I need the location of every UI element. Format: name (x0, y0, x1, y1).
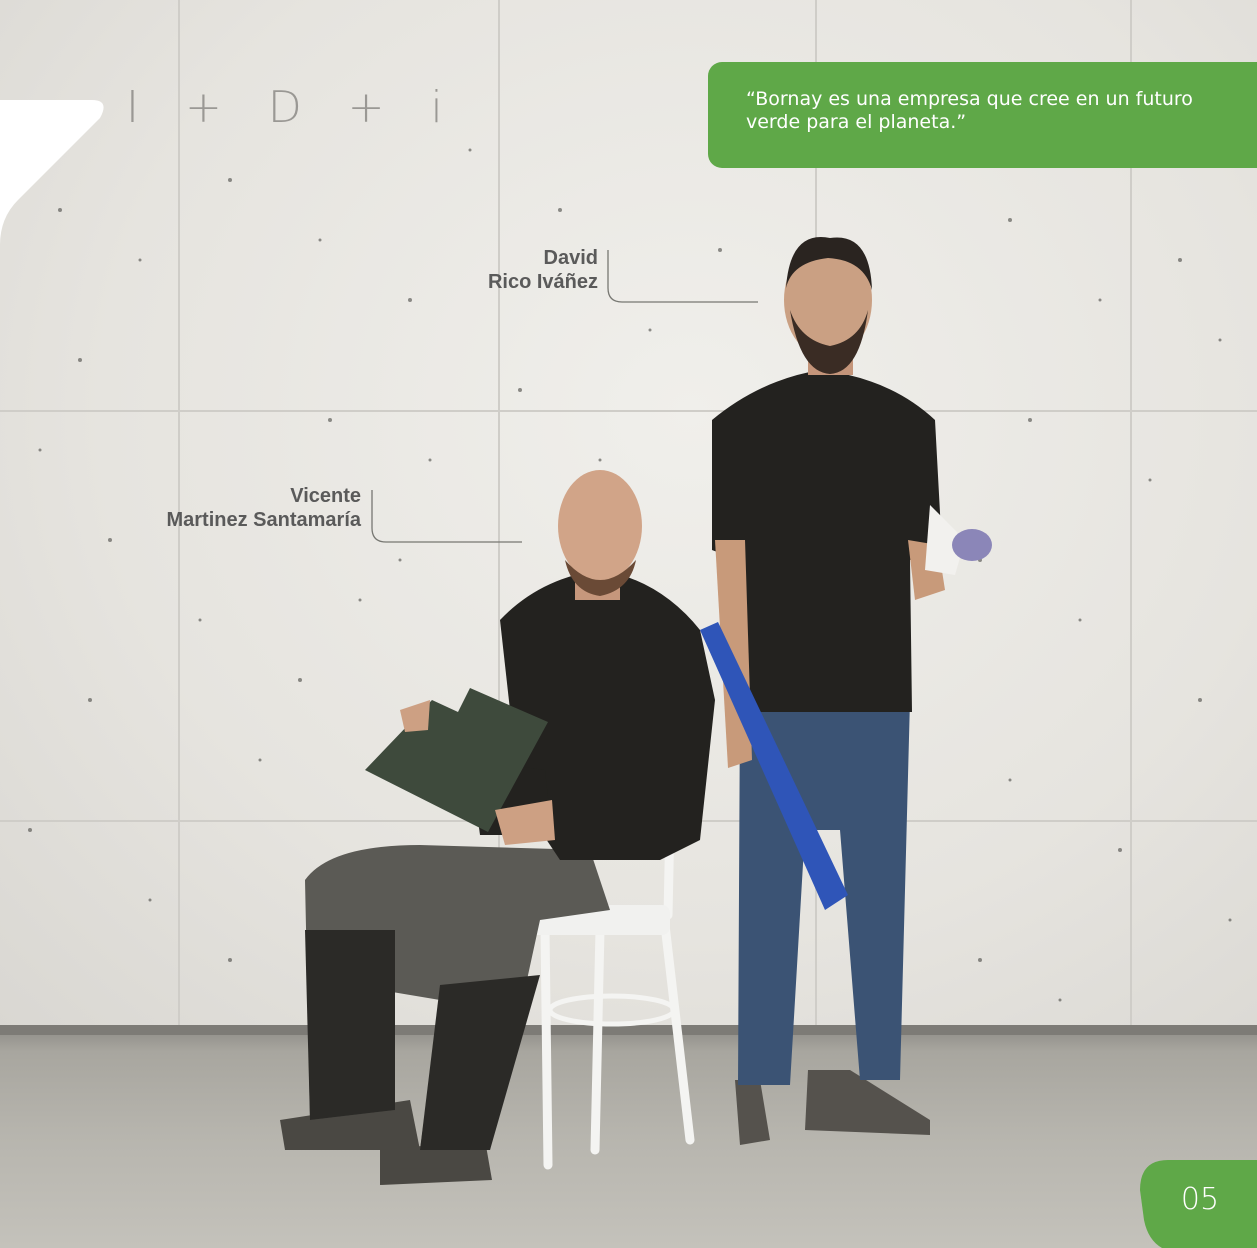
name-second-line: Martinez Santamaría (166, 509, 361, 531)
seated-man (280, 470, 715, 1185)
standing-man (700, 237, 992, 1145)
name-first-line: David (543, 247, 598, 269)
name-first-line: Vicente (290, 485, 361, 507)
name-label-vicente: Vicente Martinez Santamaría (120, 484, 361, 532)
photo-two-men (280, 237, 992, 1185)
leader-line-david (607, 250, 758, 303)
name-second-line: Rico Iváñez (487, 271, 598, 293)
corner-tab-shape (0, 0, 104, 290)
section-title: I + D + i (126, 82, 459, 133)
document-page: I + D + i “Bornay es una empresa que cre… (0, 0, 1257, 1248)
name-label-david: David Rico Iváñez (440, 246, 598, 294)
leader-line-vicente (371, 490, 522, 543)
page-number: 05 (1180, 1182, 1220, 1217)
quote-text: “Bornay es una empresa que cree en un fu… (746, 88, 1193, 133)
